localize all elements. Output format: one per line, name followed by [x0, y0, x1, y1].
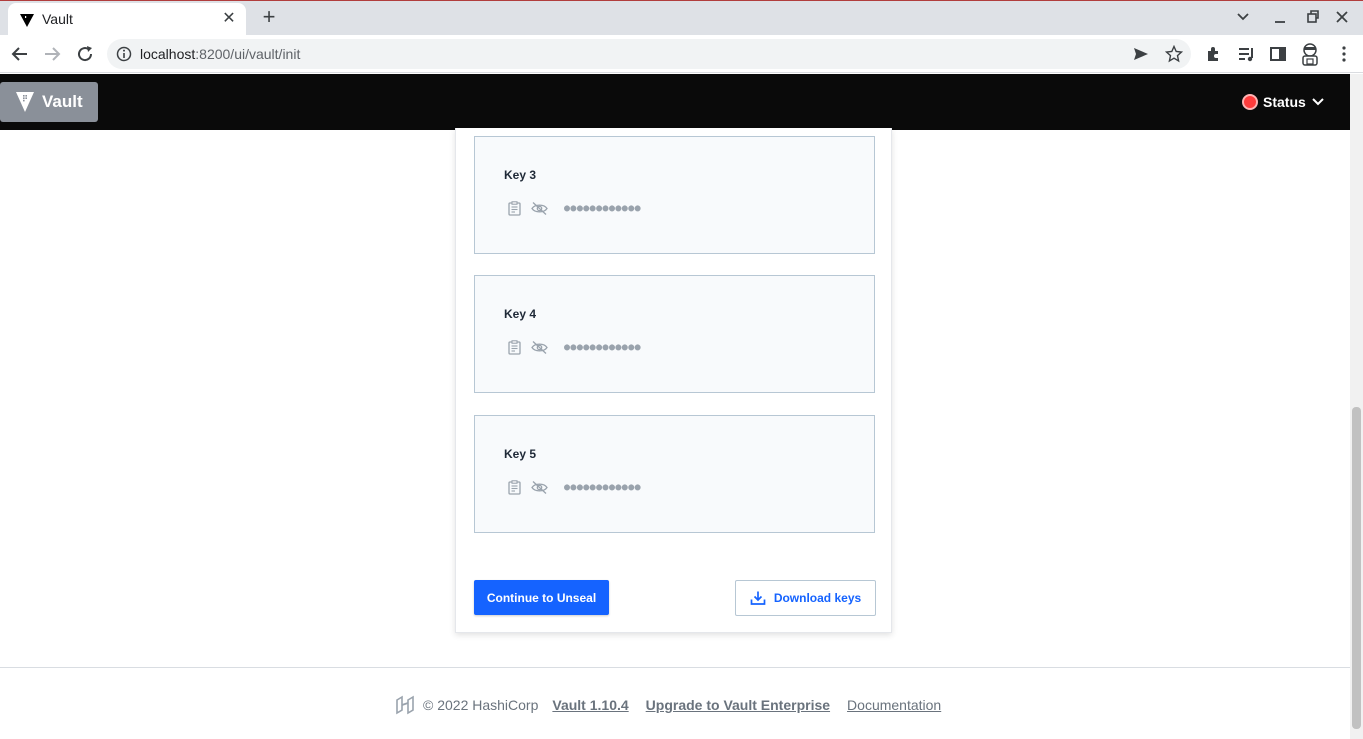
copyright-text: © 2022 HashiCorp [423, 697, 539, 713]
tab-close-icon[interactable]: ✕ [220, 10, 238, 28]
footer-divider [0, 667, 1350, 668]
copy-clipboard-icon[interactable] [508, 201, 522, 216]
minimize-icon[interactable] [1272, 8, 1288, 26]
key-label: Key 3 [504, 168, 537, 182]
masked-key-value: ●●●●●●●●●●●● [564, 203, 642, 214]
forward-arrow-icon[interactable] [41, 43, 63, 65]
profile-avatar-icon[interactable] [1299, 42, 1321, 66]
browser-tab-strip: Vault ✕ + [0, 0, 1363, 35]
key-label: Key 4 [504, 307, 537, 321]
browser-toolbar: localhost:8200/ui/vault/init [0, 35, 1363, 73]
eye-off-icon[interactable] [531, 340, 548, 355]
masked-key-value: ●●●●●●●●●●●● [564, 482, 642, 493]
url-path: :8200/ui/vault/init [195, 46, 301, 62]
new-tab-button[interactable]: + [258, 6, 280, 28]
hashicorp-logo-icon [396, 695, 414, 715]
vault-header: Vault Status [0, 74, 1350, 130]
vault-version-link[interactable]: Vault 1.10.4 [552, 697, 628, 713]
eye-off-icon[interactable] [531, 201, 548, 216]
init-keys-card: Key 3 ●●●●●●●●●●●● Key 4 ●●●●●●●●●●●● Ke… [455, 128, 892, 633]
vault-favicon-icon [20, 14, 34, 27]
key-item: Key 5 ●●●●●●●●●●●● [474, 415, 875, 533]
side-panel-icon[interactable] [1268, 44, 1288, 64]
bookmark-star-icon[interactable] [1165, 45, 1183, 63]
eye-off-icon[interactable] [531, 480, 548, 495]
status-label: Status [1263, 94, 1306, 110]
window-top-border [0, 0, 1363, 1]
url-text: localhost:8200/ui/vault/init [140, 46, 300, 62]
media-queue-icon[interactable] [1236, 44, 1256, 64]
tab-title: Vault [42, 11, 73, 27]
status-menu[interactable]: Status [1242, 92, 1324, 112]
page-scrollbar[interactable] [1350, 74, 1363, 739]
copy-clipboard-icon[interactable] [508, 340, 522, 355]
restore-icon[interactable] [1305, 8, 1321, 26]
scrollbar-thumb[interactable] [1352, 407, 1361, 729]
download-keys-label: Download keys [773, 591, 862, 605]
url-host: localhost [140, 46, 196, 62]
window-close-icon[interactable] [1334, 8, 1350, 26]
back-arrow-icon[interactable] [9, 43, 31, 65]
upgrade-enterprise-link[interactable]: Upgrade to Vault Enterprise [646, 697, 830, 713]
footer: © 2022 HashiCorp Vault 1.10.4 Upgrade to… [396, 695, 941, 715]
copy-clipboard-icon[interactable] [508, 480, 522, 495]
continue-to-unseal-button[interactable]: Continue to Unseal [474, 580, 609, 615]
masked-key-value: ●●●●●●●●●●●● [564, 342, 642, 353]
download-icon [750, 591, 766, 605]
chevron-down-icon [1312, 98, 1324, 106]
page-content: Key 3 ●●●●●●●●●●●● Key 4 ●●●●●●●●●●●● Ke… [0, 128, 1350, 739]
vault-home-link[interactable]: Vault [0, 82, 98, 122]
vault-logo-icon [16, 92, 34, 112]
download-keys-button[interactable]: Download keys [735, 580, 876, 616]
key-label: Key 5 [504, 447, 537, 461]
documentation-link[interactable]: Documentation [847, 697, 941, 713]
status-indicator-icon [1242, 94, 1258, 110]
site-info-icon[interactable] [116, 46, 132, 62]
key-item: Key 3 ●●●●●●●●●●●● [474, 136, 875, 254]
browser-tab[interactable]: Vault ✕ [8, 3, 246, 35]
tab-search-chevron-icon[interactable] [1235, 8, 1251, 26]
extensions-puzzle-icon[interactable] [1204, 44, 1224, 64]
key-item: Key 4 ●●●●●●●●●●●● [474, 275, 875, 393]
reload-icon[interactable] [74, 43, 96, 65]
more-menu-icon[interactable] [1334, 44, 1354, 64]
send-icon[interactable] [1132, 45, 1150, 63]
vault-brand: Vault [42, 92, 83, 111]
address-bar[interactable]: localhost:8200/ui/vault/init [107, 39, 1191, 69]
